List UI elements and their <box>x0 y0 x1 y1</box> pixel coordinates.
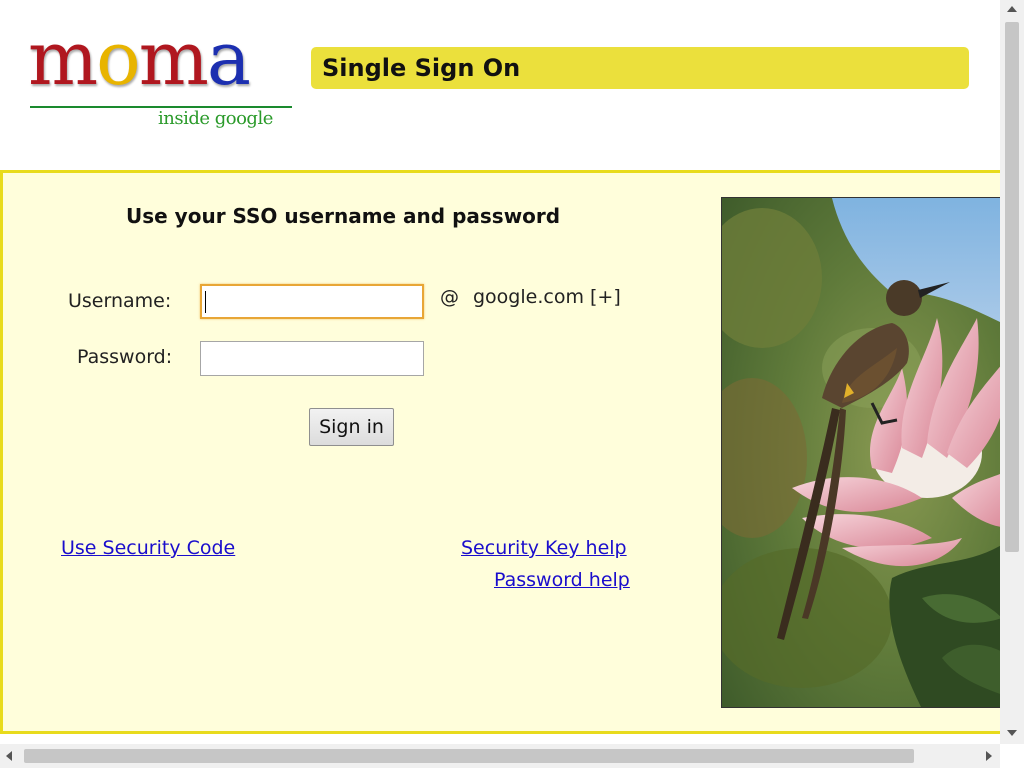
username-input[interactable] <box>200 284 424 319</box>
text-caret <box>205 291 206 313</box>
horizontal-scroll-thumb[interactable] <box>24 749 914 763</box>
page-viewport: moma inside google Single Sign On Use yo… <box>0 0 1000 744</box>
password-label: Password: <box>77 346 173 368</box>
scrollbar-corner <box>1000 744 1024 768</box>
logo-letter-o: o <box>96 16 141 102</box>
moma-logo: moma inside google <box>28 22 298 129</box>
vertical-scrollbar[interactable] <box>1000 0 1024 744</box>
logo-subtitle: inside google <box>158 108 273 129</box>
horizontal-scrollbar[interactable] <box>0 744 1000 768</box>
logo-letter-a: a <box>206 16 251 102</box>
domain-suffix: @ google.com [+] <box>440 286 621 308</box>
scroll-down-arrow-icon[interactable] <box>1007 730 1017 736</box>
logo-letter-m1: m <box>28 16 98 102</box>
at-symbol: @ <box>440 286 459 308</box>
security-key-help-link[interactable]: Security Key help <box>461 537 627 559</box>
domain-toggle[interactable]: google.com [+] <box>473 286 621 308</box>
logo-letter-m2: m <box>138 16 209 102</box>
scroll-right-arrow-icon[interactable] <box>986 751 992 761</box>
sunbird-photo <box>721 197 1000 708</box>
password-help-link[interactable]: Password help <box>494 569 630 591</box>
password-input[interactable] <box>200 341 424 376</box>
sign-in-button[interactable]: Sign in <box>309 408 394 446</box>
title-bar: Single Sign On <box>311 47 969 89</box>
logo-wordmark: moma <box>28 22 251 96</box>
scroll-left-arrow-icon[interactable] <box>6 751 12 761</box>
use-security-code-link[interactable]: Use Security Code <box>61 537 235 559</box>
vertical-scroll-thumb[interactable] <box>1005 22 1019 552</box>
sunbird-on-protea-icon <box>722 198 1000 707</box>
page-title: Single Sign On <box>322 54 521 82</box>
username-label: Username: <box>68 290 172 312</box>
scroll-up-arrow-icon[interactable] <box>1007 6 1017 12</box>
login-heading: Use your SSO username and password <box>126 204 561 228</box>
